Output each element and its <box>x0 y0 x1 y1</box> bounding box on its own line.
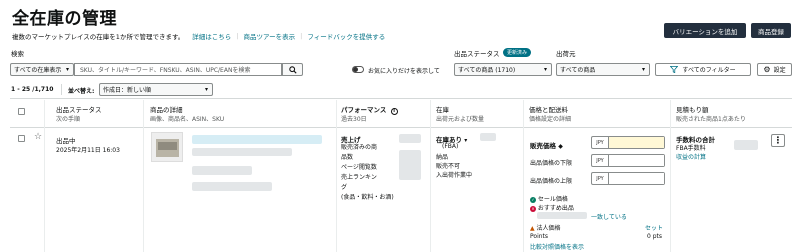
corporate-price-label: ▲ 法人価格 <box>530 225 561 232</box>
search-label: 検索 <box>11 50 24 58</box>
tag-icon: ◆ <box>558 143 563 150</box>
performance-metrics: 販売済みの商 品数 ページ閲覧数 売上ランキン グ (食品・飲料・お酒) <box>341 144 394 201</box>
max-price-label: 出品価格の上限 <box>530 178 573 185</box>
fee-value-redacted <box>734 140 758 150</box>
search-scope-select[interactable]: すべての在庫表示 ▾ <box>10 63 74 76</box>
points-value: 0 pts <box>647 233 663 240</box>
add-product-button[interactable]: 商品登録 <box>751 23 791 38</box>
info-icon: i <box>390 108 398 115</box>
column-header-inventory[interactable]: 在庫 <box>436 104 449 114</box>
sales-value-redacted <box>399 134 421 143</box>
column-subheader-product: 画像、商品名、ASIN、SKU <box>150 116 225 123</box>
warning-icon: ▲ <box>530 225 535 232</box>
sort-select[interactable]: 作成日：新しい順 ▾ <box>99 83 213 96</box>
sale-price-input[interactable]: JPY <box>591 136 665 149</box>
feedback-link[interactable]: フィードバックを提供する <box>307 31 385 41</box>
product-tour-link[interactable]: 商品ツアーを表示 <box>244 31 296 41</box>
listing-status: 出品中 <box>56 137 76 145</box>
learn-more-link[interactable]: 詳細はこちら <box>192 31 231 41</box>
status-updated-badge: 更新済み <box>503 48 532 57</box>
chevron-down-icon: ▾ <box>65 66 69 73</box>
sku-redacted <box>192 182 272 191</box>
settings-button[interactable]: ⚙ 設定 <box>757 63 792 76</box>
compare-price-link[interactable]: 比較対照価格を表示 <box>530 242 584 251</box>
search-button[interactable] <box>282 63 303 76</box>
favorites-toggle[interactable] <box>352 66 364 73</box>
corporate-price-set-link[interactable]: セット <box>645 223 663 232</box>
filter-icon <box>670 66 679 73</box>
column-subheader-estimate: 販売された商品1点あたり <box>676 116 746 123</box>
column-header-status[interactable]: 出品ステータス <box>56 104 102 114</box>
row-more-options-button[interactable]: ⋮ <box>771 134 785 147</box>
sale-price-label: 販売価格 ◆ <box>530 142 563 150</box>
chevron-down-icon: ▾ <box>464 137 468 144</box>
search-icon <box>288 65 297 74</box>
chevron-down-icon: ▾ <box>204 86 208 93</box>
gear-icon: ⚙ <box>763 65 771 74</box>
sort-label: 並べ替え: <box>68 88 95 95</box>
favorites-toggle-label: お気に入りだけを表示して <box>368 68 440 75</box>
table-header-divider <box>10 127 792 128</box>
listing-date: 2025年2月11日 16:03 <box>56 147 120 154</box>
row-checkbox[interactable] <box>18 135 25 142</box>
shipping-filter-label: 出荷元 <box>556 50 576 58</box>
max-price-input[interactable]: JPY <box>591 172 665 185</box>
column-header-product[interactable]: 商品の詳細 <box>150 104 183 114</box>
asin-redacted <box>192 166 252 175</box>
column-header-pricing[interactable]: 価格と配送料 <box>529 104 568 114</box>
min-price-label: 出品価格の下限 <box>530 160 573 167</box>
table-top-divider <box>10 98 792 99</box>
match-link[interactable]: 一致している <box>591 212 627 221</box>
recommended-offer-status: × おすすめ出品 <box>530 205 574 212</box>
product-title-line2-redacted <box>192 148 292 156</box>
column-subheader-inventory: 出荷元および数量 <box>436 116 485 123</box>
close-circle-icon: × <box>530 206 536 212</box>
status-filter-label: 出品ステータス <box>454 50 500 58</box>
product-image[interactable] <box>151 132 183 162</box>
column-header-estimate[interactable]: 見積もり額 <box>676 104 709 114</box>
page-subtitle-line: 複数のマーケットプレイスの在庫を1か所で管理できます。 詳細はこちら | 商品ツ… <box>12 31 386 41</box>
select-all-checkbox[interactable] <box>18 108 25 115</box>
chevron-down-icon: ▾ <box>641 66 645 73</box>
results-range: 1 - 25 /1,710 <box>11 86 54 93</box>
inventory-breakdown: 納品 販売不可 入出荷作業中 <box>436 154 473 179</box>
star-icon[interactable]: ☆ <box>34 132 42 142</box>
inventory-count-redacted <box>480 133 496 141</box>
sale-price-status: ✓ セール価格 <box>530 196 568 203</box>
all-filters-button[interactable]: すべてのフィルター <box>655 63 751 76</box>
performance-values-redacted <box>399 150 421 180</box>
points-label: Points <box>530 233 549 240</box>
column-subheader-pricing: 価格設定の詳細 <box>529 116 572 123</box>
recommended-detail-redacted <box>537 212 587 219</box>
fba-label: (FBA) <box>442 143 459 150</box>
page-subtitle: 複数のマーケットプレイスの在庫を1か所で管理できます。 <box>12 33 185 41</box>
income-calculator-link[interactable]: 収益の計算 <box>676 152 706 161</box>
status-filter-select[interactable]: すべての商品 (1710) ▾ <box>454 63 552 76</box>
add-variation-button[interactable]: バリエーションを追加 <box>664 23 746 38</box>
page-title: 全在庫の管理 <box>12 9 117 29</box>
chevron-down-icon: ▾ <box>543 66 547 73</box>
fba-fee-label: FBA手数料 <box>676 145 706 152</box>
product-title-redacted[interactable] <box>192 135 322 144</box>
search-input[interactable]: SKU、タイトル/キーワード、FNSKU、ASIN、UPC/EANを検索 <box>74 63 282 76</box>
min-price-input[interactable]: JPY <box>591 154 665 167</box>
column-subheader-status: 次の手順 <box>56 116 81 123</box>
shipping-filter-select[interactable]: すべての商品 ▾ <box>556 63 650 76</box>
column-subheader-performance: 過去30日 <box>341 116 367 123</box>
